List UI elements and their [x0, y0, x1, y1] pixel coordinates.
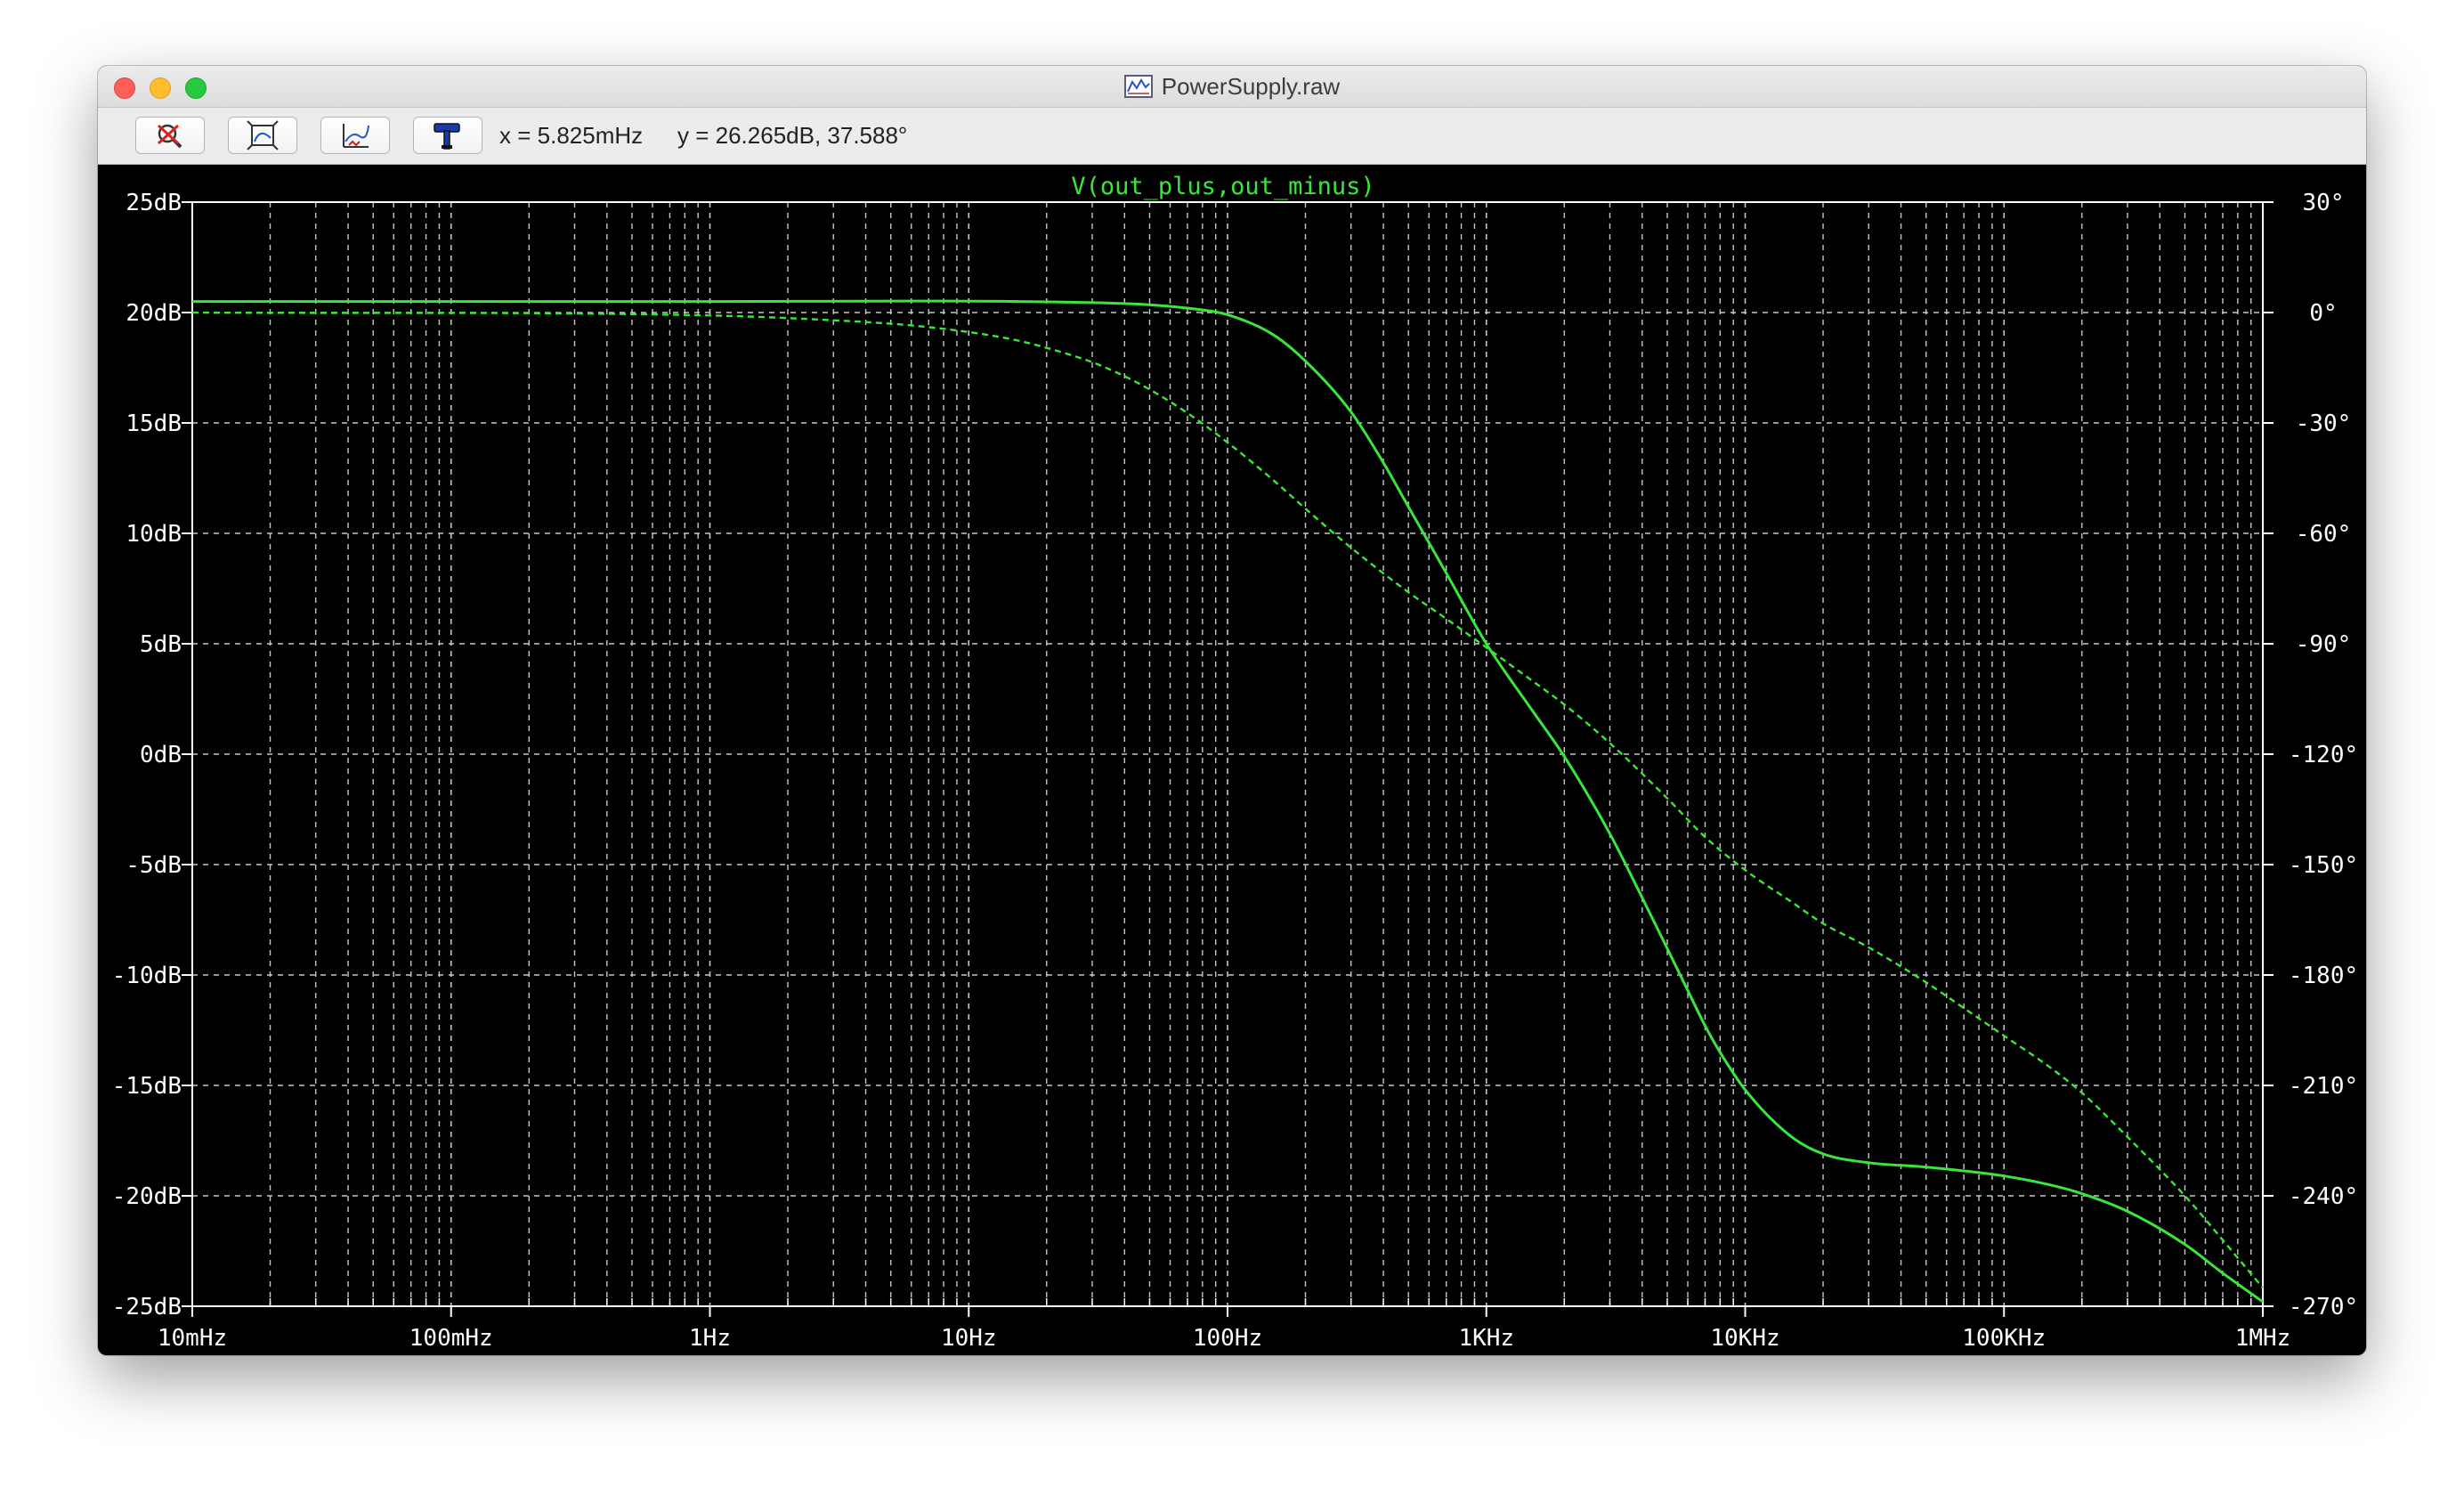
probe-button[interactable]	[413, 117, 482, 154]
window-title-group: PowerSupply.raw	[98, 66, 2366, 107]
y-tick-label: 20dB	[126, 300, 182, 327]
plot-toolbar: x = 5.825mHz y = 26.265dB, 37.588°	[98, 108, 2366, 165]
autorange-y-button[interactable]	[320, 117, 390, 154]
zoom-extents-icon	[247, 120, 279, 150]
zoom-cancel-button[interactable]	[135, 117, 205, 154]
zoom-full-extents-button[interactable]	[228, 117, 297, 154]
cursor-x-readout: x = 5.825mHz	[499, 122, 644, 149]
plot-title[interactable]: V(out_plus,out_minus)	[1071, 173, 1374, 200]
y2-axis-labels: 30° 0° -30° -60° -90° -120° -150° -180° -210° -24…	[2289, 190, 2358, 1320]
y2-tick-label: -180°	[2289, 963, 2358, 989]
y-tick-label: 5dB	[140, 631, 182, 658]
waveform-viewer-window: PowerSupply.raw x = 5.825mHz y = 26.265d…	[98, 66, 2366, 1355]
y-tick-label: -10dB	[112, 963, 182, 989]
x-tick-label: 10Hz	[941, 1325, 997, 1352]
y2-tick-label: -150°	[2289, 852, 2358, 879]
y-tick-label: -5dB	[126, 852, 182, 879]
bode-plot[interactable]: 10mHz 100mHz 1Hz 10Hz 100Hz 1KHz 10KHz 100KHz 1M…	[98, 165, 2366, 1355]
x-tick-label: 1MHz	[2235, 1325, 2291, 1352]
y-tick-label: -15dB	[112, 1073, 182, 1100]
y2-tick-label: -240°	[2289, 1183, 2358, 1210]
zoom-cancel-icon	[157, 124, 182, 149]
x-tick-label: 100mHz	[409, 1325, 493, 1352]
cursor-y-readout: y = 26.265dB, 37.588°	[677, 122, 908, 149]
y2-tick-label: -210°	[2289, 1073, 2358, 1100]
x-tick-label: 1Hz	[689, 1325, 731, 1352]
x-tick-label: 10mHz	[158, 1325, 227, 1352]
y2-tick-label: 0°	[2309, 300, 2337, 327]
y2-tick-label: -30°	[2296, 410, 2352, 437]
x-tick-label: 100KHz	[1962, 1325, 2046, 1352]
y2-tick-label: -60°	[2296, 521, 2352, 548]
y2-tick-label: -90°	[2296, 631, 2352, 658]
y-tick-label: 10dB	[126, 521, 182, 548]
y2-tick-label: 30°	[2303, 190, 2345, 216]
y-tick-label: -20dB	[112, 1183, 182, 1210]
y-tick-label: 25dB	[126, 190, 182, 216]
window-title: PowerSupply.raw	[1161, 72, 1341, 100]
x-tick-label: 100Hz	[1193, 1325, 1262, 1352]
title-bar[interactable]: PowerSupply.raw	[98, 66, 2366, 108]
y-axis-labels: 25dB 20dB 15dB 10dB 5dB 0dB -5dB -10dB -15dB -20d…	[112, 190, 182, 1320]
y-tick-label: 15dB	[126, 410, 182, 437]
bode-plot-area[interactable]: 10mHz 100mHz 1Hz 10Hz 100Hz 1KHz 10KHz 100KHz 1M…	[98, 165, 2366, 1355]
autorange-icon	[343, 124, 369, 148]
y2-tick-label: -120°	[2289, 742, 2358, 768]
y2-tick-label: -270°	[2289, 1294, 2358, 1320]
x-axis-labels: 10mHz 100mHz 1Hz 10Hz 100Hz 1KHz 10KHz 100KHz 1M…	[158, 1325, 2290, 1352]
waveform-file-icon	[1123, 75, 1153, 98]
x-tick-label: 1KHz	[1458, 1325, 1514, 1352]
y-tick-label: 0dB	[140, 742, 182, 768]
probe-hammer-icon	[434, 123, 460, 150]
x-tick-label: 10KHz	[1710, 1325, 1779, 1352]
major-grid	[191, 201, 2264, 1307]
y-tick-label: -25dB	[112, 1294, 182, 1320]
